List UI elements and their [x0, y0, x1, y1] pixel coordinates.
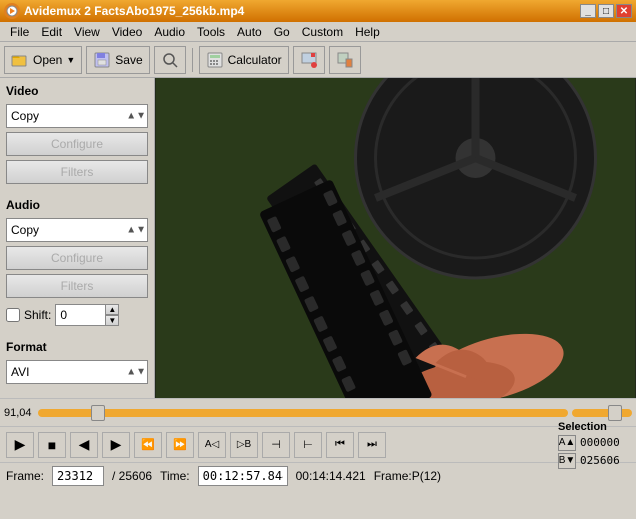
rewind-button[interactable]: ⏪: [134, 432, 162, 458]
video-section-label: Video: [6, 84, 148, 98]
save-icon: [93, 51, 111, 69]
shift-row: Shift: ▲ ▼: [6, 304, 148, 326]
main-area: Video Copy MPEG-4 AVC MPEG-4 ASP ▲▼ Conf…: [0, 78, 636, 398]
audio-section-label: Audio: [6, 198, 148, 212]
menu-custom[interactable]: Custom: [296, 23, 349, 41]
output-icon: [336, 51, 354, 69]
zoom-icon: [161, 51, 179, 69]
play-button[interactable]: ▶: [6, 432, 34, 458]
selection-b-value: 025606: [580, 454, 630, 467]
open-label: Open: [33, 53, 62, 67]
shift-spin-buttons: ▲ ▼: [105, 304, 119, 326]
format-select[interactable]: AVI MKV MP4: [6, 360, 148, 384]
timeline-right-track[interactable]: [572, 409, 632, 417]
app-icon: [4, 3, 20, 19]
frame-input[interactable]: [52, 466, 104, 486]
end-time-value: 00:14:14.421: [296, 469, 366, 483]
shift-up-button[interactable]: ▲: [105, 304, 119, 315]
minimize-button[interactable]: _: [580, 4, 596, 18]
timeline-thumb[interactable]: [91, 405, 105, 421]
menu-tools[interactable]: Tools: [191, 23, 231, 41]
video-filters-button[interactable]: Filters: [6, 160, 148, 184]
menu-video[interactable]: Video: [106, 23, 148, 41]
calculator-icon: [206, 51, 224, 69]
title-bar: Avidemux 2 FactsAbo1975_256kb.mp4 _ □ ✕: [0, 0, 636, 22]
selection-a-row: A▲ 000000: [558, 435, 630, 451]
playback-button[interactable]: [293, 46, 325, 74]
format-section-label: Format: [6, 340, 148, 354]
close-button[interactable]: ✕: [616, 4, 632, 18]
next-button[interactable]: ▶: [102, 432, 130, 458]
shift-label: Shift:: [24, 308, 51, 322]
menu-bar: File Edit View Video Audio Tools Auto Go…: [0, 22, 636, 42]
selection-b-row: B▼ 025606: [558, 453, 630, 469]
mark-a-button[interactable]: A◁: [198, 432, 226, 458]
timeline-track[interactable]: [38, 409, 568, 417]
selection-panel: Selection A▲ 000000 B▼ 025606: [558, 421, 630, 469]
selection-a-value: 000000: [580, 436, 630, 449]
left-panel: Video Copy MPEG-4 AVC MPEG-4 ASP ▲▼ Conf…: [0, 78, 155, 398]
calculator-label: Calculator: [228, 53, 282, 67]
open-dropdown-icon[interactable]: ▼: [66, 55, 75, 65]
menu-file[interactable]: File: [4, 23, 35, 41]
audio-filters-button[interactable]: Filters: [6, 274, 148, 298]
shift-spin-wrapper: ▲ ▼: [55, 304, 119, 326]
save-label: Save: [115, 53, 142, 67]
menu-edit[interactable]: Edit: [35, 23, 68, 41]
video-configure-button[interactable]: Configure: [6, 132, 148, 156]
playback-icon: [300, 51, 318, 69]
zoom-button[interactable]: [154, 46, 186, 74]
shift-input[interactable]: [55, 304, 105, 326]
prev-button[interactable]: ◀: [70, 432, 98, 458]
menu-view[interactable]: View: [68, 23, 106, 41]
selection-b-button[interactable]: B▼: [558, 453, 576, 469]
total-frames-label: / 25606: [112, 469, 152, 483]
video-codec-wrapper: Copy MPEG-4 AVC MPEG-4 ASP ▲▼: [6, 104, 148, 128]
timeline-position-label: 91,04: [4, 407, 34, 419]
time-label: Time:: [160, 469, 190, 483]
status-bar: Frame: / 25606 Time: 00:14:14.421 Frame:…: [0, 462, 636, 488]
audio-codec-wrapper: Copy MP3 AAC ▲▼: [6, 218, 148, 242]
window-title: Avidemux 2 FactsAbo1975_256kb.mp4: [24, 4, 244, 18]
stop-button[interactable]: ■: [38, 432, 66, 458]
audio-configure-button[interactable]: Configure: [6, 246, 148, 270]
shift-down-button[interactable]: ▼: [105, 315, 119, 326]
goto-end-button[interactable]: ⏭: [358, 432, 386, 458]
controls-bar: ▶ ■ ◀ ▶ ⏪ ⏩ A◁ ▷B ⊣ ⊢ ⏮ ⏭ Selection A▲ 0…: [0, 426, 636, 462]
toolbar-separator: [192, 48, 193, 72]
open-icon: [11, 51, 29, 69]
output-button[interactable]: [329, 46, 361, 74]
menu-audio[interactable]: Audio: [148, 23, 191, 41]
menu-auto[interactable]: Auto: [231, 23, 268, 41]
menu-help[interactable]: Help: [349, 23, 386, 41]
prev-keyframe-button[interactable]: ⊣: [262, 432, 290, 458]
toolbar: Open ▼ Save Calculator: [0, 42, 636, 78]
forward-button[interactable]: ⏩: [166, 432, 194, 458]
calculator-button[interactable]: Calculator: [199, 46, 289, 74]
video-canvas: [155, 78, 636, 398]
next-keyframe-button[interactable]: ⊢: [294, 432, 322, 458]
timeline: 91,04: [0, 398, 636, 426]
format-wrapper: AVI MKV MP4 ▲▼: [6, 360, 148, 384]
mark-b-button[interactable]: ▷B: [230, 432, 258, 458]
selection-a-button[interactable]: A▲: [558, 435, 576, 451]
selection-label: Selection: [558, 421, 607, 433]
goto-start-button[interactable]: ⏮: [326, 432, 354, 458]
video-area: [155, 78, 636, 398]
frame-label: Frame:: [6, 469, 44, 483]
timeline-right-thumb[interactable]: [608, 405, 622, 421]
video-codec-select[interactable]: Copy MPEG-4 AVC MPEG-4 ASP: [6, 104, 148, 128]
audio-codec-select[interactable]: Copy MP3 AAC: [6, 218, 148, 242]
title-controls: _ □ ✕: [580, 4, 632, 18]
open-button[interactable]: Open ▼: [4, 46, 82, 74]
menu-go[interactable]: Go: [268, 23, 296, 41]
maximize-button[interactable]: □: [598, 4, 614, 18]
shift-checkbox[interactable]: [6, 308, 20, 322]
save-button[interactable]: Save: [86, 46, 149, 74]
time-input[interactable]: [198, 466, 288, 486]
frame-type-value: Frame:P(12): [374, 469, 441, 483]
